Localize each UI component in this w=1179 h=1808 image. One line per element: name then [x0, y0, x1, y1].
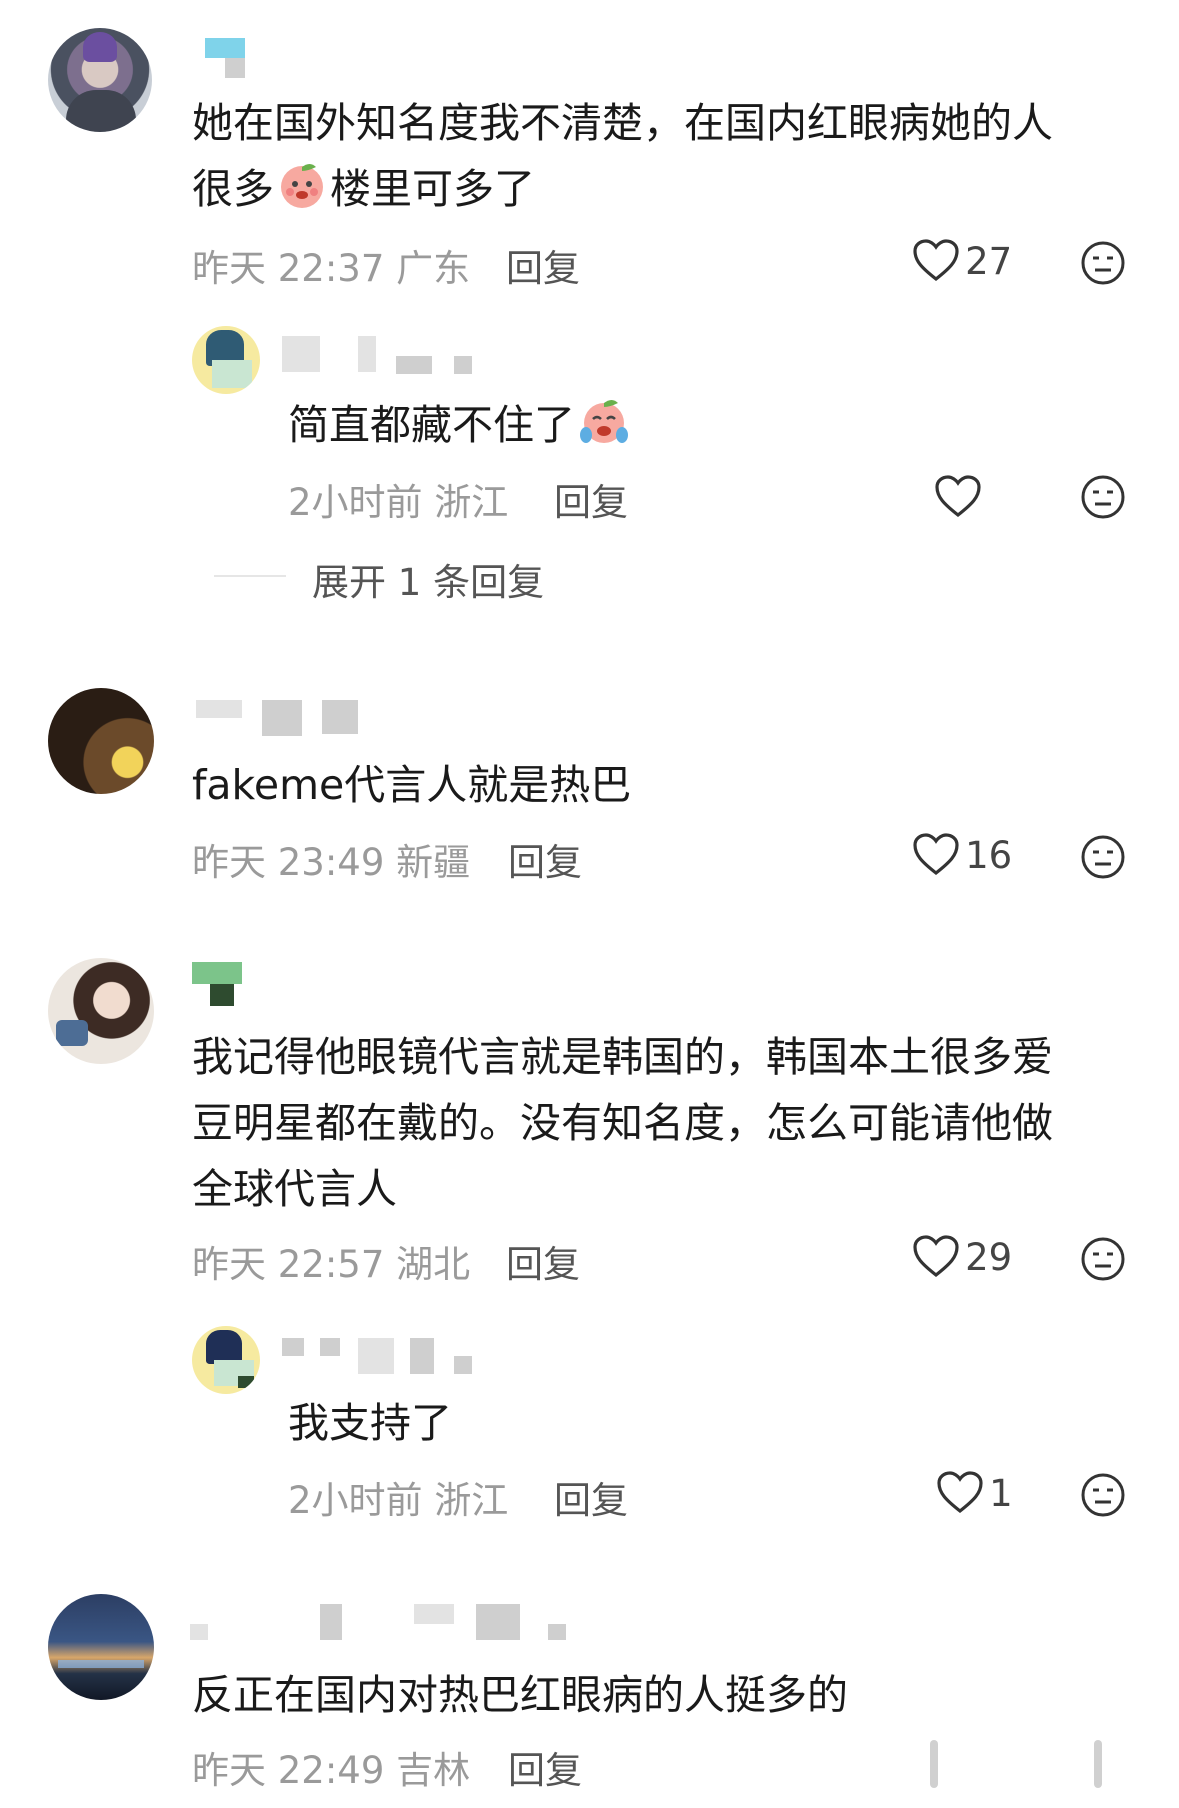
- heart-outline-icon: [935, 475, 981, 518]
- dislike-button[interactable]: [1080, 1236, 1126, 1286]
- reply-button[interactable]: 回复: [554, 1470, 628, 1524]
- reply-button[interactable]: 回复: [508, 832, 582, 886]
- comment-location: 湖北: [396, 1243, 471, 1286]
- username-masked: [548, 1624, 566, 1640]
- like-count: 27: [965, 240, 1013, 283]
- comment-time: 昨天 22:37: [192, 247, 385, 290]
- like-button[interactable]: [934, 474, 982, 522]
- username-masked: [476, 1604, 520, 1640]
- username-masked: [205, 38, 245, 58]
- reply-location: 浙江: [434, 481, 509, 524]
- expand-divider: [214, 575, 286, 577]
- like-count: 1: [989, 1472, 1013, 1515]
- comment-time: 昨天 22:57: [192, 1243, 385, 1286]
- username-masked: [396, 356, 432, 374]
- heart-outline-icon: [937, 1471, 983, 1514]
- meh-face-icon: [1081, 241, 1125, 285]
- username-masked: [414, 1604, 454, 1624]
- comment-location: 广东: [396, 247, 471, 290]
- dislike-button[interactable]: [1080, 834, 1126, 884]
- username-masked: [192, 962, 242, 984]
- comment-text: 豆明星都在戴的。没有知名度，怎么可能请他做: [192, 1099, 1053, 1147]
- username-masked: [410, 1338, 434, 1374]
- crying-peach-emoji: [577, 395, 631, 466]
- username-masked: [282, 336, 320, 372]
- username-masked: [210, 984, 234, 1006]
- peach-emoji: [276, 159, 328, 230]
- avatar[interactable]: [48, 1594, 154, 1700]
- reply-text: 简直都藏不住了: [288, 394, 631, 466]
- meh-face-icon: [1081, 835, 1125, 879]
- meh-face-icon: [1081, 475, 1125, 519]
- username-masked: [358, 336, 376, 372]
- like-button[interactable]: 29: [912, 1234, 1012, 1279]
- heart-outline-icon: [913, 833, 959, 876]
- heart-outline-icon: [913, 239, 959, 282]
- reply-location: 浙江: [434, 1479, 509, 1522]
- comment-text: 我记得他眼镜代言就是韩国的，韩国本土很多爱: [192, 1033, 1053, 1081]
- reply-text: 我支持了: [288, 1399, 452, 1447]
- like-button[interactable]: 27: [912, 238, 1012, 283]
- username-masked: [282, 1338, 304, 1356]
- meh-face-icon: [1081, 1237, 1125, 1281]
- expand-replies-button[interactable]: 展开 1 条回复: [312, 552, 544, 606]
- like-count: 29: [965, 1236, 1013, 1279]
- dislike-button[interactable]: [1080, 474, 1126, 524]
- comment-text: 很多 楼里可多了: [192, 158, 535, 230]
- avatar[interactable]: [192, 326, 260, 394]
- like-button[interactable]: 1: [936, 1470, 1013, 1515]
- comment-text: 全球代言人: [192, 1165, 397, 1213]
- username-masked: [320, 1604, 342, 1640]
- reply-time: 2小时前: [288, 1479, 423, 1522]
- dislike-button[interactable]: [1080, 1472, 1126, 1522]
- comment-time: 昨天 23:49: [192, 841, 385, 884]
- reply-button[interactable]: 回复: [506, 238, 580, 292]
- comment-text: 反正在国内对热巴红眼病的人挺多的: [192, 1671, 848, 1719]
- like-button[interactable]: 16: [912, 832, 1012, 877]
- heart-outline-icon: [913, 1235, 959, 1278]
- reply-button[interactable]: 回复: [506, 1234, 580, 1288]
- username-masked: [196, 700, 242, 718]
- username-masked: [190, 1624, 208, 1640]
- username-masked: [262, 700, 302, 736]
- username-masked: [322, 700, 358, 734]
- like-count: 16: [965, 834, 1013, 877]
- avatar[interactable]: [48, 958, 154, 1064]
- reply-button[interactable]: 回复: [554, 472, 628, 526]
- avatar[interactable]: [192, 1326, 260, 1394]
- avatar[interactable]: [48, 28, 152, 132]
- dislike-button[interactable]: [1080, 240, 1126, 290]
- username-masked: [454, 356, 472, 374]
- comment-location: 新疆: [396, 841, 471, 884]
- reply-button[interactable]: 回复: [508, 1740, 582, 1794]
- username-masked: [454, 1356, 472, 1374]
- comment-text: fakeme代言人就是热巴: [192, 761, 632, 809]
- comment-location: 吉林: [396, 1749, 471, 1792]
- comment-time: 昨天 22:49: [192, 1749, 385, 1792]
- username-masked: [358, 1338, 394, 1374]
- like-button[interactable]: [930, 1740, 938, 1788]
- username-masked: [320, 1338, 340, 1356]
- avatar[interactable]: [48, 688, 154, 794]
- dislike-button[interactable]: [1094, 1740, 1102, 1788]
- reply-time: 2小时前: [288, 481, 423, 524]
- comment-text: 她在国外知名度我不清楚，在国内红眼病她的人: [192, 99, 1053, 147]
- username-masked: [225, 58, 245, 78]
- meh-face-icon: [1081, 1473, 1125, 1517]
